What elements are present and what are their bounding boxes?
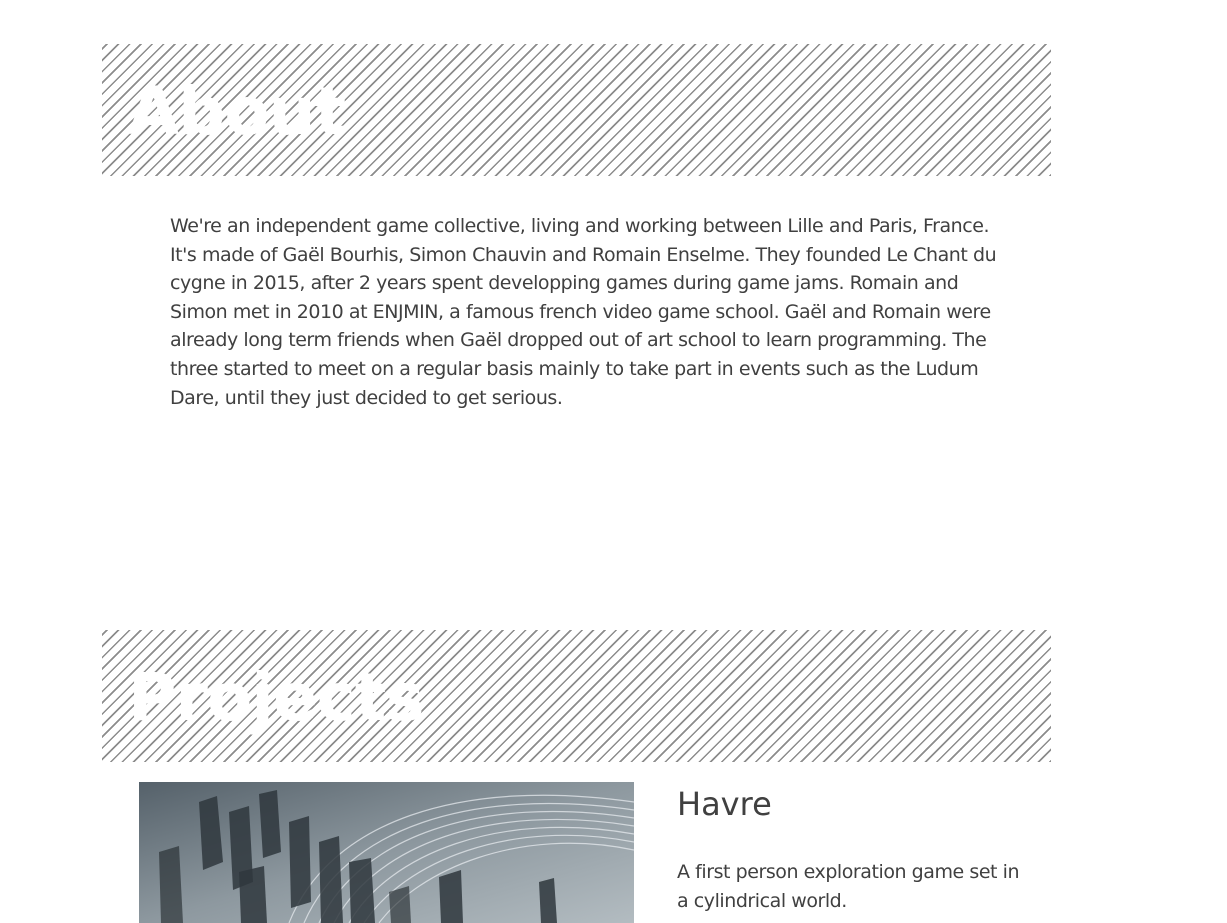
havre-screenshot-image[interactable] [139, 782, 634, 923]
about-banner: About [102, 44, 1051, 176]
about-paragraph-history: It's made of Gaël Bourhis, Simon Chauvin… [170, 243, 997, 409]
about-text: We're an independent game collective, li… [170, 212, 1010, 412]
projects-banner: Projects [102, 630, 1051, 762]
about-paragraph-location: We're an independent game collective, li… [170, 215, 990, 237]
project-description: A first person exploration game set in a… [677, 861, 1020, 912]
projects-heading: Projects [128, 659, 425, 736]
about-heading: About [128, 73, 346, 150]
project-title[interactable]: Havre [677, 784, 772, 824]
page: About We're an independent game collecti… [0, 0, 1227, 923]
